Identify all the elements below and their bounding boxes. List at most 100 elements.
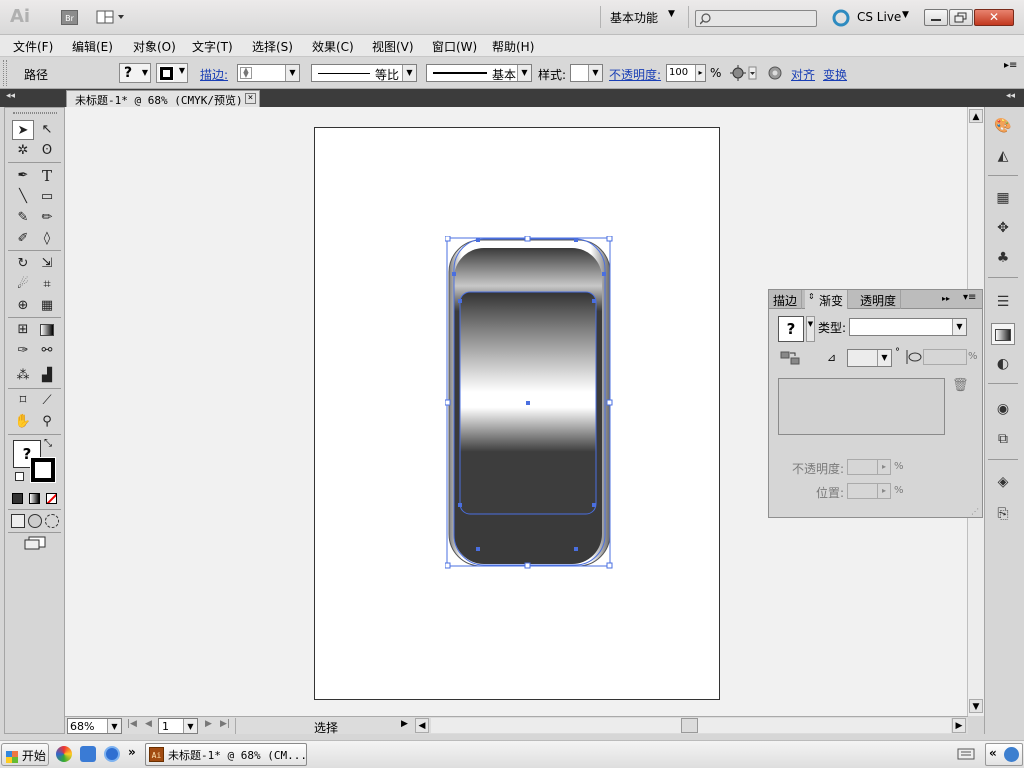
- eyedropper-tool-icon[interactable]: ✑: [12, 341, 34, 361]
- search-field[interactable]: [695, 10, 817, 27]
- color-guide-panel-icon[interactable]: ◭: [991, 145, 1015, 167]
- status-tool-menu[interactable]: 选择 ▶: [235, 718, 413, 735]
- workspace-switcher[interactable]: 基本功能 ▼: [610, 9, 680, 27]
- gradient-mode-icon[interactable]: [29, 493, 40, 504]
- magic-wand-tool-icon[interactable]: ✲: [12, 141, 34, 161]
- scroll-up-icon[interactable]: ▲: [969, 109, 983, 123]
- pencil-tool-icon[interactable]: ✏: [36, 208, 58, 228]
- next-artboard-icon[interactable]: ▶: [205, 719, 212, 729]
- graphic-styles-panel-icon[interactable]: ⧉: [991, 428, 1015, 450]
- gradient-panel-icon[interactable]: [991, 323, 1015, 345]
- close-tab-icon[interactable]: ×: [245, 93, 256, 104]
- stroke-link[interactable]: 描边:: [200, 66, 228, 83]
- stroke-panel-icon[interactable]: ☰: [991, 291, 1015, 313]
- gradient-slider-area[interactable]: [778, 378, 945, 435]
- default-fill-stroke-icon[interactable]: [15, 472, 24, 481]
- brushes-panel-icon[interactable]: ✥: [991, 217, 1015, 239]
- menu-view[interactable]: 视图(V): [372, 38, 414, 55]
- type-tool-icon[interactable]: T: [36, 166, 58, 186]
- panel-menu-icon[interactable]: ▾≡: [963, 292, 976, 303]
- draw-inside-icon[interactable]: [45, 514, 59, 528]
- last-artboard-icon[interactable]: ▶|: [220, 719, 230, 729]
- zoom-dropdown[interactable]: 68% ▼: [67, 718, 122, 734]
- perspective-grid-tool-icon[interactable]: ▦: [36, 296, 58, 316]
- keyboard-icon[interactable]: [957, 747, 975, 761]
- taskbar-illustrator-task[interactable]: Ai 未标题-1* @ 68% (CM...: [145, 743, 307, 766]
- explorer-icon[interactable]: [80, 746, 96, 762]
- stepper-icon[interactable]: ▲ ▼: [240, 67, 252, 79]
- scroll-down-icon[interactable]: ▼: [969, 699, 983, 713]
- delete-stop-icon[interactable]: 🗑: [952, 378, 969, 393]
- document-tab[interactable]: 未标题-1* @ 68% (CMYK/预览) ×: [66, 90, 260, 108]
- grip-handle[interactable]: [3, 60, 7, 86]
- selected-artwork[interactable]: [445, 236, 615, 571]
- tray-expand-icon[interactable]: «: [989, 746, 997, 760]
- chevron-right-icon[interactable]: ▸: [877, 484, 890, 498]
- aspect-ratio-field[interactable]: [923, 349, 967, 365]
- resize-grip-icon[interactable]: ⋰: [971, 507, 979, 516]
- paintbrush-tool-icon[interactable]: ✎: [12, 208, 34, 228]
- direct-selection-tool-icon[interactable]: ↖: [36, 120, 58, 140]
- menu-type[interactable]: 文字(T): [192, 38, 233, 55]
- menu-effect[interactable]: 效果(C): [312, 38, 354, 55]
- rectangle-tool-icon[interactable]: ▭: [36, 187, 58, 207]
- stroke-weight-field[interactable]: ▲ ▼ ▼: [237, 64, 300, 82]
- restore-button[interactable]: [949, 9, 973, 26]
- artboards-panel-icon[interactable]: ⎘: [991, 503, 1015, 525]
- close-button[interactable]: ✕: [974, 9, 1014, 26]
- gradient-swatch[interactable]: ?: [778, 316, 804, 342]
- collapse-panel-icon[interactable]: ▸▸: [942, 294, 950, 303]
- graphic-style-dropdown[interactable]: ▼: [570, 64, 603, 82]
- align-link[interactable]: 对齐: [791, 66, 815, 83]
- swatches-panel-icon[interactable]: ▦: [991, 187, 1015, 209]
- swap-fill-stroke-icon[interactable]: ⤡: [44, 438, 52, 449]
- free-transform-tool-icon[interactable]: ⌗: [36, 275, 58, 295]
- previous-artboard-icon[interactable]: ◀: [145, 719, 152, 729]
- none-mode-icon[interactable]: [46, 493, 57, 504]
- panel-menu-icon[interactable]: ▸≡: [1004, 60, 1017, 71]
- scroll-right-icon[interactable]: ▶: [952, 718, 966, 733]
- hand-tool-icon[interactable]: ✋: [12, 412, 34, 432]
- symbol-sprayer-tool-icon[interactable]: ⁂: [12, 366, 34, 386]
- location-field[interactable]: ▸: [847, 483, 891, 499]
- tab-gradient[interactable]: ⇕ 渐变: [805, 290, 849, 309]
- shape-builder-tool-icon[interactable]: ⊕: [12, 296, 34, 316]
- cs-live-menu[interactable]: CS Live ▼: [857, 10, 917, 28]
- scale-tool-icon[interactable]: ⇲: [36, 254, 58, 274]
- chevron-right-icon[interactable]: ▸: [695, 65, 705, 81]
- artboard-dropdown[interactable]: 1 ▼: [158, 718, 198, 734]
- system-tray[interactable]: «: [985, 743, 1023, 766]
- menu-help[interactable]: 帮助(H): [492, 38, 534, 55]
- blob-brush-tool-icon[interactable]: ✐: [12, 229, 34, 249]
- horizontal-scrollbar[interactable]: [431, 718, 951, 733]
- global-edit-button[interactable]: [766, 64, 784, 82]
- brush-definition-dropdown[interactable]: 基本 ▼: [426, 64, 532, 82]
- grip-handle[interactable]: [13, 112, 57, 114]
- transform-link[interactable]: 变换: [823, 66, 847, 83]
- chrome-icon[interactable]: [56, 746, 72, 762]
- tab-transparency[interactable]: 透明度: [856, 290, 902, 309]
- symbols-panel-icon[interactable]: ♣: [991, 247, 1015, 269]
- stroke-color-dropdown[interactable]: ▼: [156, 63, 188, 83]
- variable-width-profile-dropdown[interactable]: 等比 ▼: [311, 64, 417, 82]
- rotate-tool-icon[interactable]: ↻: [12, 254, 34, 274]
- collapse-left-icon[interactable]: ◂◂: [6, 91, 15, 101]
- chevron-right-icon[interactable]: ▸: [877, 460, 890, 474]
- start-button[interactable]: 开始: [1, 743, 49, 766]
- zoom-tool-icon[interactable]: ⚲: [36, 412, 58, 432]
- draw-normal-icon[interactable]: [11, 514, 25, 528]
- selection-tool-icon[interactable]: ➤: [12, 120, 34, 140]
- line-tool-icon[interactable]: ╲: [12, 187, 34, 207]
- opacity-field[interactable]: 100 ▸: [666, 64, 706, 82]
- slice-tool-icon[interactable]: ⟋: [36, 391, 58, 411]
- ie-icon[interactable]: [104, 746, 120, 762]
- artboard-tool-icon[interactable]: ⌑: [12, 391, 34, 411]
- color-mode-icon[interactable]: [12, 493, 23, 504]
- recolor-artwork-button[interactable]: [729, 63, 757, 83]
- blend-tool-icon[interactable]: ⚯: [36, 341, 58, 361]
- collapse-right-icon[interactable]: ◂◂: [1006, 91, 1015, 101]
- reverse-gradient-button[interactable]: [780, 350, 800, 366]
- menu-file[interactable]: 文件(F): [13, 38, 53, 55]
- menu-window[interactable]: 窗口(W): [432, 38, 477, 55]
- draw-behind-icon[interactable]: [28, 514, 42, 528]
